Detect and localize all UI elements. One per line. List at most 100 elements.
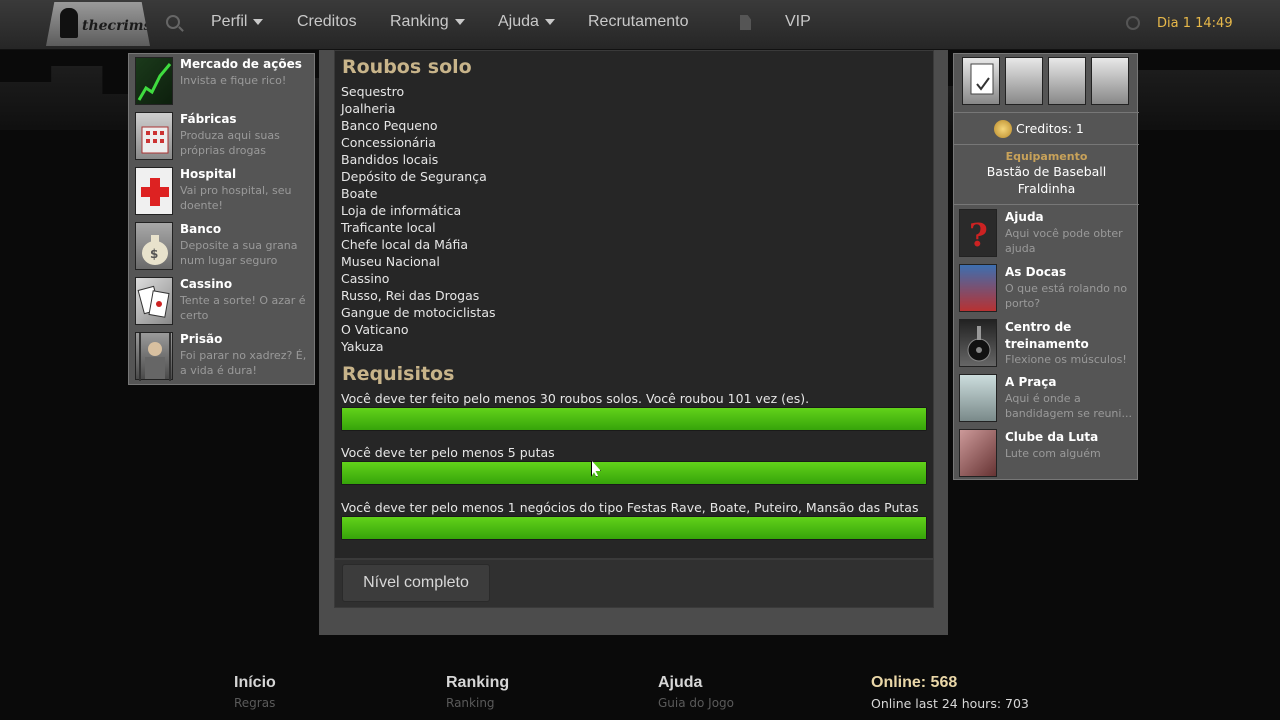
sidebar-item-factories[interactable]: Fábricas Produza aqui suas próprias drog… <box>129 109 316 164</box>
sidebar-item-training-center[interactable]: Centro de treinamento Flexione os múscul… <box>954 316 1139 371</box>
sidebar-item-stock-market[interactable]: Mercado de ações Invista e fique rico! <box>129 54 316 109</box>
sidebar-item-title: Hospital <box>180 167 237 181</box>
top-navigation-bar: thecrims Perfil Creditos Ranking Ajuda R… <box>0 0 1280 50</box>
sidebar-item-plaza[interactable]: A Praça Aqui é onde a bandidagem se reun… <box>954 371 1139 426</box>
logo-text: thecrims <box>82 18 152 34</box>
nav-label: Creditos <box>297 13 357 30</box>
requirement-progress-bar <box>341 461 927 485</box>
sidebar-item-docks[interactable]: As Docas O que está rolando no porto? <box>954 261 1139 316</box>
thecrims-logo[interactable]: thecrims <box>46 2 150 46</box>
equipment-item[interactable]: Fraldinha <box>954 180 1139 197</box>
fight-icon <box>959 429 997 477</box>
footer-link-game-guide[interactable]: Guia do Jogo <box>658 696 734 710</box>
nav-label: Recrutamento <box>588 13 689 30</box>
sidebar-item-title: Mercado de ações <box>180 57 302 71</box>
nav-label: Ajuda <box>498 13 539 30</box>
robbery-item: Yakuza <box>341 339 384 354</box>
footer-link-help[interactable]: Ajuda <box>658 674 734 692</box>
sidebar-item-desc: Invista e fique rico! <box>180 74 287 87</box>
requirement-text: Você deve ter pelo menos 1 negócios do t… <box>341 500 919 515</box>
sidebar-item-title: Cassino <box>180 277 233 291</box>
sidebar-item-bank[interactable]: $ Banco Deposite a sua grana num lugar s… <box>129 219 316 274</box>
left-sidebar: Mercado de ações Invista e fique rico! F… <box>128 53 315 385</box>
sidebar-item-desc: O que está rolando no porto? <box>1005 282 1128 310</box>
footer-link-home[interactable]: Início <box>234 674 276 692</box>
section-title-requirements: Requisitos <box>342 363 455 385</box>
landscape-icon[interactable] <box>1005 57 1043 105</box>
equipment-label: Equipamento <box>1005 150 1088 163</box>
footer-link-rules[interactable]: Regras <box>234 696 276 710</box>
sidebar-item-casino[interactable]: Cassino Tente a sorte! O azar é certo <box>129 274 316 329</box>
robbery-item: O Vaticano <box>341 322 409 337</box>
nav-ranking[interactable]: Ranking <box>390 13 465 31</box>
sidebar-item-desc: Produza aqui suas próprias drogas <box>180 129 280 157</box>
factory-icon <box>135 112 173 160</box>
svg-text:$: $ <box>150 247 158 261</box>
footer-link-ranking-sub[interactable]: Ranking <box>446 696 509 710</box>
sidebar-item-desc: Vai pro hospital, seu doente! <box>180 184 292 212</box>
progress-fill <box>342 517 926 539</box>
sidebar-item-title: Prisão <box>180 332 223 346</box>
nav-label: Ranking <box>390 13 449 30</box>
equipment-item[interactable]: Bastão de Baseball <box>954 163 1139 180</box>
sidebar-item-hospital[interactable]: Hospital Vai pro hospital, seu doente! <box>129 164 316 219</box>
chevron-down-icon <box>544 18 555 25</box>
sidebar-item-fight-club[interactable]: Clube da Luta Lute com alguém <box>954 426 1139 481</box>
sidebar-item-desc: Foi parar no xadrez? É, a vida é dura! <box>180 349 307 377</box>
sidebar-item-desc: Aqui é onde a bandidagem se reuni... <box>1005 392 1132 420</box>
robbery-item: Concessionária <box>341 135 436 150</box>
nav-recrutamento[interactable]: Recrutamento <box>588 13 689 31</box>
nav-label: VIP <box>785 13 811 30</box>
robbery-item: Gangue de motociclistas <box>341 305 496 320</box>
sidebar-item-title: Fábricas <box>180 112 237 126</box>
svg-text:?: ? <box>969 216 988 254</box>
crowd-photo-icon[interactable] <box>1091 57 1129 105</box>
footer-column-help: Ajuda Guia do Jogo <box>658 674 734 710</box>
robbery-item: Joalheria <box>341 101 396 116</box>
robbery-item: Cassino <box>341 271 390 286</box>
nav-ajuda[interactable]: Ajuda <box>498 13 555 31</box>
quick-icons-row <box>954 54 1139 113</box>
gang-photo-icon[interactable] <box>1048 57 1086 105</box>
credits-row[interactable]: Creditos: 1 <box>954 113 1139 145</box>
sidebar-item-title: As Docas <box>1005 265 1067 279</box>
hospital-cross-icon <box>135 167 173 215</box>
sidebar-item-desc: Tente a sorte! O azar é certo <box>180 294 306 322</box>
progress-fill <box>342 408 926 430</box>
robbery-item: Sequestro <box>341 84 405 99</box>
right-sidebar: Creditos: 1 Equipamento Bastão de Baseba… <box>953 53 1139 481</box>
progress-fill <box>342 462 926 484</box>
document-icon[interactable] <box>740 15 751 30</box>
level-complete-button[interactable]: Nível completo <box>342 564 490 602</box>
requirement-progress-bar <box>341 516 927 540</box>
docks-ship-icon <box>959 264 997 312</box>
sidebar-item-desc: Deposite a sua grana num lugar seguro <box>180 239 298 267</box>
stock-chart-icon <box>135 57 173 105</box>
burglar-icon <box>60 8 78 38</box>
sidebar-item-title: A Praça <box>1005 375 1057 389</box>
question-mark-icon: ? <box>959 209 997 257</box>
sidebar-item-title: Ajuda <box>1005 210 1044 224</box>
weights-icon <box>959 319 997 367</box>
search-icon[interactable] <box>166 15 180 29</box>
nav-vip[interactable]: VIP <box>785 13 811 31</box>
robbery-item: Loja de informática <box>341 203 462 218</box>
nav-creditos[interactable]: Creditos <box>297 13 357 31</box>
robbery-item: Depósito de Segurança <box>341 169 487 184</box>
footer-column-online: Online: 568 Online last 24 hours: 703 <box>871 674 1029 711</box>
footer-link-ranking[interactable]: Ranking <box>446 674 509 692</box>
sidebar-item-desc: Lute com alguém <box>1005 447 1101 460</box>
robbery-item: Bandidos locais <box>341 152 439 167</box>
footer-column-ranking: Ranking Ranking <box>446 674 509 710</box>
credits-text: Creditos: 1 <box>1016 121 1084 136</box>
robbery-item: Russo, Rei das Drogas <box>341 288 480 303</box>
power-icon[interactable] <box>1126 16 1140 30</box>
footer-column-home: Início Regras <box>234 674 276 710</box>
prisoner-icon <box>135 332 173 381</box>
checklist-icon[interactable] <box>962 57 1000 105</box>
online-last-24h: Online last 24 hours: 703 <box>871 696 1029 711</box>
sidebar-item-help[interactable]: ? Ajuda Aqui você pode obter ajuda <box>954 206 1139 261</box>
sidebar-item-prison[interactable]: Prisão Foi parar no xadrez? É, a vida é … <box>129 329 316 384</box>
nav-perfil[interactable]: Perfil <box>211 13 264 31</box>
robbery-item: Traficante local <box>341 220 436 235</box>
